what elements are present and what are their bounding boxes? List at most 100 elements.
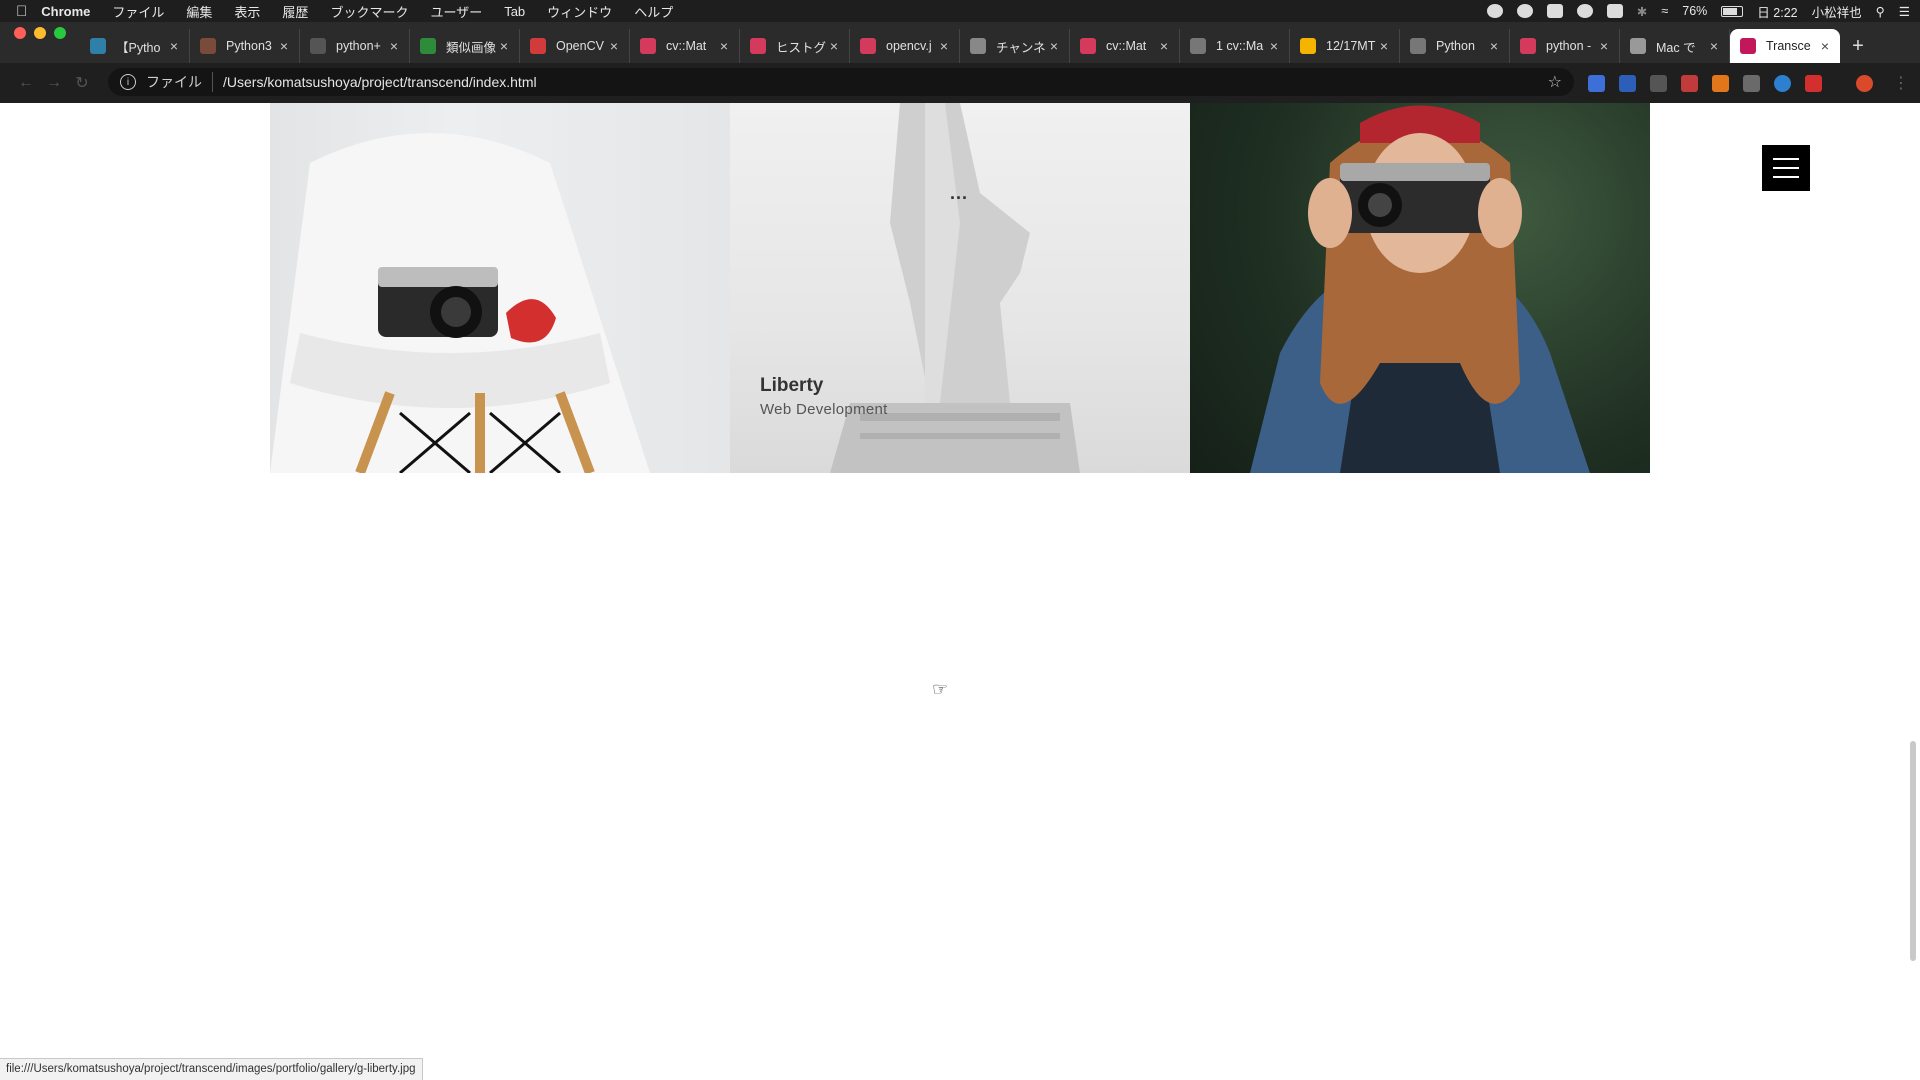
translate-extension-icon[interactable]	[1588, 75, 1605, 92]
gallery-item-liberty[interactable]: ... Liberty Web Development	[730, 103, 1190, 473]
cg-icon	[90, 38, 106, 54]
grammarly-icon[interactable]	[1516, 4, 1533, 18]
menu-file[interactable]: ファイル	[112, 2, 164, 21]
youtube-extension-icon[interactable]	[1805, 75, 1822, 92]
notification-center-icon[interactable]: ☰	[1899, 4, 1910, 19]
bookmark-star-icon[interactable]: ☆	[1548, 72, 1562, 92]
zoom-window-button[interactable]	[54, 26, 66, 39]
browser-tab[interactable]: opencv.j ×	[850, 29, 960, 63]
browser-tab[interactable]: OpenCV ×	[520, 29, 630, 63]
browser-tab[interactable]: 類似画像 ×	[410, 29, 520, 63]
browser-tab[interactable]: cv::Mat ×	[1070, 29, 1180, 63]
minimize-window-button[interactable]	[34, 26, 46, 39]
page-scrollbar[interactable]	[1910, 741, 1916, 961]
browser-tab[interactable]: Python ×	[1400, 29, 1510, 63]
tab-strip: 【Pytho × Python3 × python+ × 類似画像 × OpenCV × cv::M…	[0, 22, 1920, 63]
tab-title: 【Pytho	[116, 40, 161, 55]
user-name[interactable]: 小松祥也	[1812, 2, 1862, 21]
close-tab-icon[interactable]: ×	[1487, 38, 1501, 54]
menu-view[interactable]: 表示	[234, 2, 260, 21]
close-tab-icon[interactable]: ×	[937, 38, 951, 54]
wifi-icon[interactable]: ≈	[1661, 4, 1668, 18]
battery-icon[interactable]	[1721, 5, 1744, 17]
close-tab-icon[interactable]: ×	[827, 38, 841, 54]
gallery-item-camera-chair[interactable]	[270, 103, 730, 473]
slides-icon	[1300, 38, 1316, 54]
dictionary-extension-icon[interactable]	[1619, 75, 1636, 92]
tabs: 【Pytho × Python3 × python+ × 類似画像 × OpenCV × cv::M…	[80, 29, 1840, 63]
reload-button[interactable]: ↻	[68, 73, 96, 93]
close-tab-icon[interactable]: ×	[1047, 38, 1061, 54]
menu-history[interactable]: 履歴	[282, 2, 308, 21]
forward-button[interactable]: →	[40, 74, 68, 92]
extension-icon[interactable]	[1650, 75, 1667, 92]
browser-tab[interactable]: python+ ×	[300, 29, 410, 63]
bluetooth-icon[interactable]: ✱	[1637, 4, 1647, 19]
hamburger-menu-button[interactable]	[1762, 145, 1810, 191]
tab-title: cv::Mat	[1106, 39, 1147, 53]
close-tab-icon[interactable]: ×	[1377, 38, 1391, 54]
close-tab-icon[interactable]: ×	[277, 38, 291, 54]
hatena-icon	[1520, 38, 1536, 54]
menu-user[interactable]: ユーザー	[430, 2, 482, 21]
back-button[interactable]: ←	[12, 74, 40, 92]
hatena-icon	[1080, 38, 1096, 54]
close-tab-icon[interactable]: ×	[1818, 38, 1832, 54]
qr-extension-icon[interactable]	[1681, 75, 1698, 92]
window-controls	[0, 26, 80, 53]
battery-percent[interactable]: 76%	[1682, 4, 1707, 18]
browser-tab[interactable]: ヒストグ ×	[740, 29, 850, 63]
evernote-icon[interactable]	[1546, 4, 1563, 18]
menu-bar-line	[1773, 167, 1799, 169]
metamask-extension-icon[interactable]	[1712, 75, 1729, 92]
profile-avatar[interactable]	[1856, 75, 1873, 92]
tab-title: opencv.j	[886, 39, 932, 53]
browser-tab[interactable]: python - ×	[1510, 29, 1620, 63]
browser-tab[interactable]: 【Pytho ×	[80, 29, 190, 63]
app-menu[interactable]: Chrome	[41, 4, 90, 19]
browser-tab[interactable]: Mac で ×	[1620, 29, 1730, 63]
close-tab-icon[interactable]: ×	[1157, 38, 1171, 54]
apple-menu-icon[interactable]: 	[16, 3, 27, 20]
tab-title: 12/17MT	[1326, 39, 1376, 53]
menu-bookmarks[interactable]: ブックマーク	[330, 2, 408, 21]
url-text[interactable]: /Users/komatsushoya/project/transcend/in…	[223, 74, 537, 90]
tab-title: 類似画像	[446, 40, 497, 55]
browser-tab[interactable]: Python3 ×	[190, 29, 300, 63]
close-tab-icon[interactable]: ×	[607, 38, 621, 54]
close-window-button[interactable]	[14, 26, 26, 39]
record-icon[interactable]	[1486, 4, 1503, 18]
close-tab-icon[interactable]: ×	[1707, 38, 1721, 54]
close-tab-icon[interactable]: ×	[1267, 38, 1281, 54]
browser-tab[interactable]: 1 cv::Ma ×	[1180, 29, 1290, 63]
tab-title: チャンネ	[996, 40, 1046, 55]
creative-cloud-icon[interactable]	[1576, 4, 1593, 18]
close-tab-icon[interactable]: ×	[167, 38, 181, 54]
spotlight-icon[interactable]: ⚲	[1876, 4, 1885, 19]
menu-edit[interactable]: 編集	[186, 2, 212, 21]
chrome-menu-icon[interactable]: ⋮	[1893, 73, 1909, 93]
gallery-item-photographer[interactable]	[1190, 103, 1650, 473]
menu-help[interactable]: ヘルプ	[634, 2, 673, 21]
selenium-extension-icon[interactable]	[1743, 75, 1760, 92]
address-bar[interactable]: i ファイル /Users/komatsushoya/project/trans…	[108, 68, 1574, 96]
browser-tab[interactable]: cv::Mat ×	[630, 29, 740, 63]
clock[interactable]: 日 2:22	[1757, 2, 1797, 21]
tab-title: Python	[1436, 39, 1475, 53]
green-icon	[420, 38, 436, 54]
close-tab-icon[interactable]: ×	[1597, 38, 1611, 54]
close-tab-icon[interactable]: ×	[717, 38, 731, 54]
menu-tab[interactable]: Tab	[504, 4, 525, 19]
new-tab-button[interactable]: +	[1840, 29, 1876, 63]
t-icon	[1740, 38, 1756, 54]
browser-tab[interactable]: チャンネ ×	[960, 29, 1070, 63]
browser-tab[interactable]: 12/17MT ×	[1290, 29, 1400, 63]
menu-window[interactable]: ウィンドウ	[547, 2, 612, 21]
close-tab-icon[interactable]: ×	[387, 38, 401, 54]
input-method-icon[interactable]	[1606, 4, 1623, 18]
browser-tab[interactable]: Transce ×	[1730, 29, 1840, 63]
globe-icon	[1190, 38, 1206, 54]
close-tab-icon[interactable]: ×	[497, 38, 511, 54]
site-info-icon[interactable]: i	[120, 74, 136, 90]
extension-icon[interactable]	[1774, 75, 1791, 92]
